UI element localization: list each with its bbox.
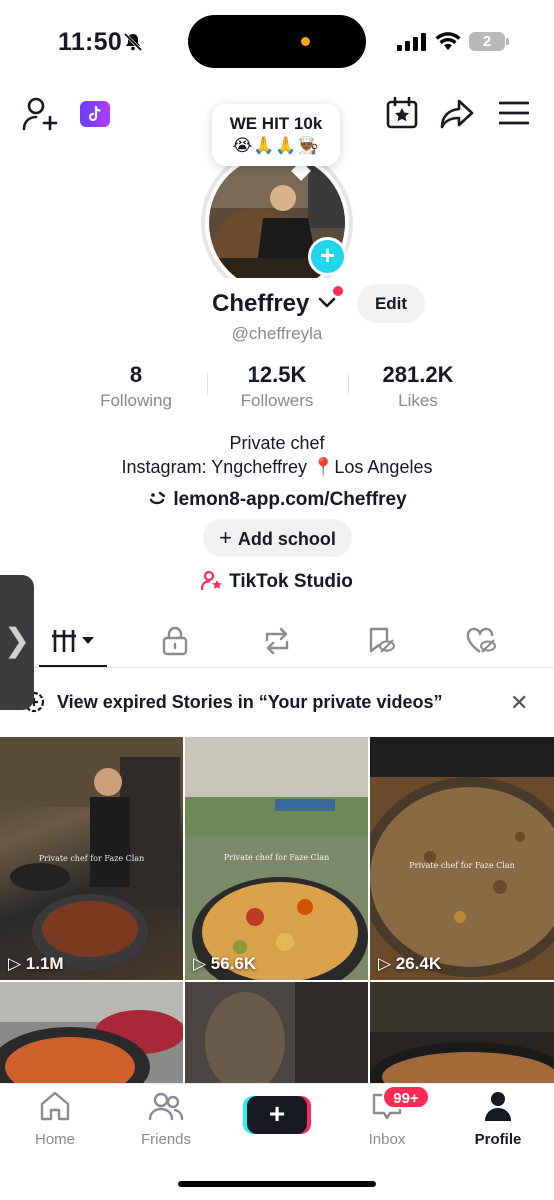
tiktok-studio-link[interactable]: TikTok Studio bbox=[0, 570, 554, 593]
home-icon bbox=[40, 1091, 70, 1121]
add-friend-icon[interactable] bbox=[22, 97, 58, 131]
play-icon: ▷ bbox=[8, 954, 26, 973]
video-views: ▷ 56.6K bbox=[193, 954, 256, 974]
notification-dot bbox=[333, 286, 343, 296]
battery-level: 2 bbox=[469, 32, 505, 51]
expired-stories-text: View expired Stories in “Your private vi… bbox=[57, 692, 443, 712]
video-tile[interactable]: Private chef for Faze Clan ▷ 26.4K bbox=[370, 737, 554, 980]
bio-line-2: Instagram: Yngcheffrey 📍Los Angeles bbox=[121, 457, 433, 477]
nav-home[interactable]: Home bbox=[10, 1090, 100, 1148]
video-views-count: 56.6K bbox=[210, 954, 257, 973]
edit-profile-button[interactable]: Edit bbox=[357, 284, 425, 323]
side-panel-handle[interactable]: ❯ bbox=[0, 575, 34, 710]
video-views-count: 1.1M bbox=[25, 954, 64, 973]
tab-reposts-icon[interactable] bbox=[262, 626, 292, 656]
video-tile[interactable] bbox=[185, 982, 368, 1083]
stat-likes-label: Likes bbox=[398, 391, 438, 410]
status-time: 11:50 bbox=[58, 28, 123, 56]
video-tile[interactable]: Private chef for Faze Clan ▷ 1.1M bbox=[0, 737, 183, 980]
video-views: ▷ 1.1M bbox=[8, 954, 64, 974]
play-icon: ▷ bbox=[193, 954, 211, 973]
add-story-button[interactable]: + bbox=[308, 237, 347, 276]
tab-liked-hidden-icon[interactable] bbox=[466, 627, 498, 655]
nav-home-label: Home bbox=[34, 1131, 75, 1148]
privacy-indicator bbox=[301, 37, 310, 46]
stat-likes[interactable]: 281.2K Likes bbox=[348, 362, 488, 411]
tab-videos-grid-icon[interactable] bbox=[52, 628, 96, 654]
home-indicator bbox=[178, 1181, 376, 1187]
stat-following-value: 8 bbox=[129, 362, 143, 387]
create-button[interactable]: + bbox=[247, 1096, 307, 1134]
video-thumbnail bbox=[0, 982, 183, 1083]
stat-followers-value: 12.5K bbox=[247, 362, 307, 387]
story-bubble[interactable]: WE HIT 10k 😭🙏🙏👨🏾‍🍳 bbox=[212, 104, 340, 166]
video-thumbnail bbox=[370, 737, 554, 977]
profile-icon bbox=[485, 1092, 511, 1121]
video-caption: Private chef for Faze Clan bbox=[409, 861, 515, 870]
tiktok-studio-label: TikTok Studio bbox=[229, 571, 353, 592]
stat-followers-label: Followers bbox=[240, 391, 314, 410]
nav-inbox-label: Inbox bbox=[368, 1131, 406, 1148]
menu-icon[interactable] bbox=[499, 101, 529, 125]
share-icon[interactable] bbox=[440, 99, 474, 129]
nav-profile[interactable]: Profile bbox=[453, 1090, 543, 1148]
nav-friends[interactable]: Friends bbox=[121, 1090, 211, 1148]
video-thumbnail bbox=[370, 982, 554, 1083]
wifi-icon bbox=[435, 32, 461, 50]
chevron-down-icon[interactable] bbox=[318, 297, 336, 309]
story-bubble-emojis: 😭🙏🙏👨🏾‍🍳 bbox=[232, 136, 320, 155]
nav-friends-label: Friends bbox=[140, 1131, 192, 1148]
play-icon: ▷ bbox=[378, 954, 396, 973]
nav-profile-label: Profile bbox=[474, 1131, 522, 1148]
video-views-count: 26.4K bbox=[395, 954, 442, 973]
stat-following-label: Following bbox=[100, 391, 172, 410]
video-tile[interactable]: Private chef for Faze Clan ▷ 56.6K bbox=[185, 737, 368, 980]
tiktok-now-icon[interactable] bbox=[80, 101, 110, 127]
profile-handle: @cheffreyla bbox=[231, 324, 323, 343]
tab-saved-hidden-icon[interactable] bbox=[366, 626, 396, 656]
stat-following[interactable]: 8 Following bbox=[66, 362, 206, 411]
studio-user-star-icon bbox=[200, 570, 222, 591]
signal-icon bbox=[397, 33, 426, 51]
calendar-star-icon[interactable] bbox=[386, 97, 418, 129]
video-tile[interactable] bbox=[0, 982, 183, 1083]
add-school-label: Add school bbox=[237, 529, 336, 549]
stat-likes-value: 281.2K bbox=[382, 362, 454, 387]
profile-name[interactable]: Cheffrey bbox=[212, 290, 309, 318]
story-bubble-title: WE HIT 10k bbox=[229, 114, 323, 133]
bio-link[interactable]: lemon8-app.com/Cheffrey bbox=[0, 488, 554, 511]
plus-icon: + bbox=[219, 525, 232, 550]
bio-link-text: lemon8-app.com/Cheffrey bbox=[173, 489, 407, 510]
link-icon bbox=[150, 491, 166, 505]
battery-tip bbox=[506, 38, 509, 45]
video-caption: Private chef for Faze Clan bbox=[223, 853, 330, 862]
friends-icon bbox=[148, 1092, 184, 1121]
profile-name-text: Cheffrey bbox=[212, 290, 310, 317]
dynamic-island bbox=[188, 15, 366, 68]
video-views: ▷ 26.4K bbox=[378, 954, 441, 974]
tabs-divider bbox=[0, 667, 554, 668]
video-caption: Private chef for Faze Clan bbox=[38, 854, 145, 863]
silent-bell-icon bbox=[123, 32, 143, 52]
video-thumbnail bbox=[185, 982, 368, 1083]
inbox-badge: 99+ bbox=[382, 1085, 430, 1109]
stat-followers[interactable]: 12.5K Followers bbox=[207, 362, 347, 411]
close-banner-button[interactable]: ✕ bbox=[510, 690, 528, 716]
add-school-button[interactable]: + Add school bbox=[203, 519, 352, 557]
video-tile[interactable] bbox=[370, 982, 554, 1083]
tab-private-lock-icon[interactable] bbox=[162, 626, 188, 656]
bio-line-1: Private chef bbox=[229, 433, 325, 453]
